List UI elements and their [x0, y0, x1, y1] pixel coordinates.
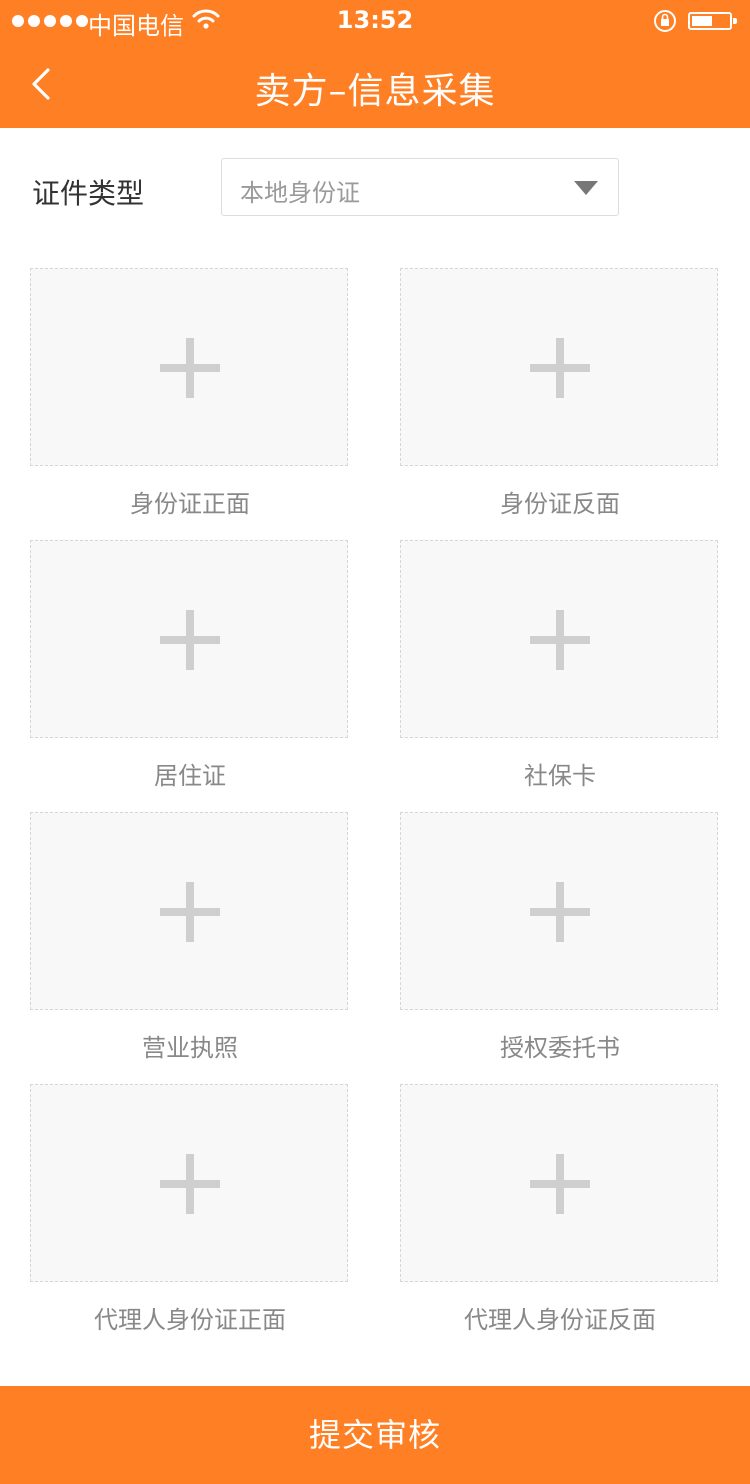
- cert-type-select[interactable]: 本地身份证: [221, 158, 619, 216]
- rotation-lock-icon: [654, 10, 676, 32]
- upload-agent-id-back[interactable]: [400, 1084, 718, 1282]
- cert-type-label: 证件类型: [32, 177, 145, 210]
- upload-label: 代理人身份证正面: [94, 1306, 286, 1334]
- upload-label: 代理人身份证反面: [464, 1306, 656, 1334]
- battery-icon: [688, 12, 737, 30]
- plus-icon: [530, 882, 590, 942]
- plus-icon: [530, 1154, 590, 1214]
- upload-label: 身份证反面: [500, 490, 620, 518]
- plus-icon: [530, 338, 590, 398]
- upload-power-of-attorney[interactable]: [400, 812, 718, 1010]
- upload-agent-id-front[interactable]: [30, 1084, 348, 1282]
- caret-down-icon: [574, 181, 598, 195]
- cert-type-row: 证件类型 本地身份证: [0, 128, 750, 248]
- plus-icon: [160, 610, 220, 670]
- upload-label: 身份证正面: [130, 490, 250, 518]
- header: 中国电信 13:52 卖方–信息采集: [0, 0, 750, 128]
- status-bar: 中国电信 13:52: [0, 0, 750, 44]
- upload-id-front[interactable]: [30, 268, 348, 466]
- nav-bar: 卖方–信息采集: [0, 44, 750, 128]
- upload-residence-permit[interactable]: [30, 540, 348, 738]
- upload-id-back[interactable]: [400, 268, 718, 466]
- upload-label: 授权委托书: [500, 1034, 620, 1062]
- clock: 13:52: [336, 6, 414, 34]
- plus-icon: [160, 338, 220, 398]
- page-title: 卖方–信息采集: [254, 71, 496, 112]
- upload-business-license[interactable]: [30, 812, 348, 1010]
- upload-label: 营业执照: [142, 1034, 238, 1062]
- upload-label: 居住证: [154, 762, 226, 790]
- submit-review-button[interactable]: 提交审核: [0, 1386, 750, 1484]
- plus-icon: [530, 610, 590, 670]
- upload-social-security-card[interactable]: [400, 540, 718, 738]
- cert-type-value: 本地身份证: [240, 179, 360, 207]
- upload-label: 社保卡: [524, 762, 596, 790]
- plus-icon: [160, 882, 220, 942]
- plus-icon: [160, 1154, 220, 1214]
